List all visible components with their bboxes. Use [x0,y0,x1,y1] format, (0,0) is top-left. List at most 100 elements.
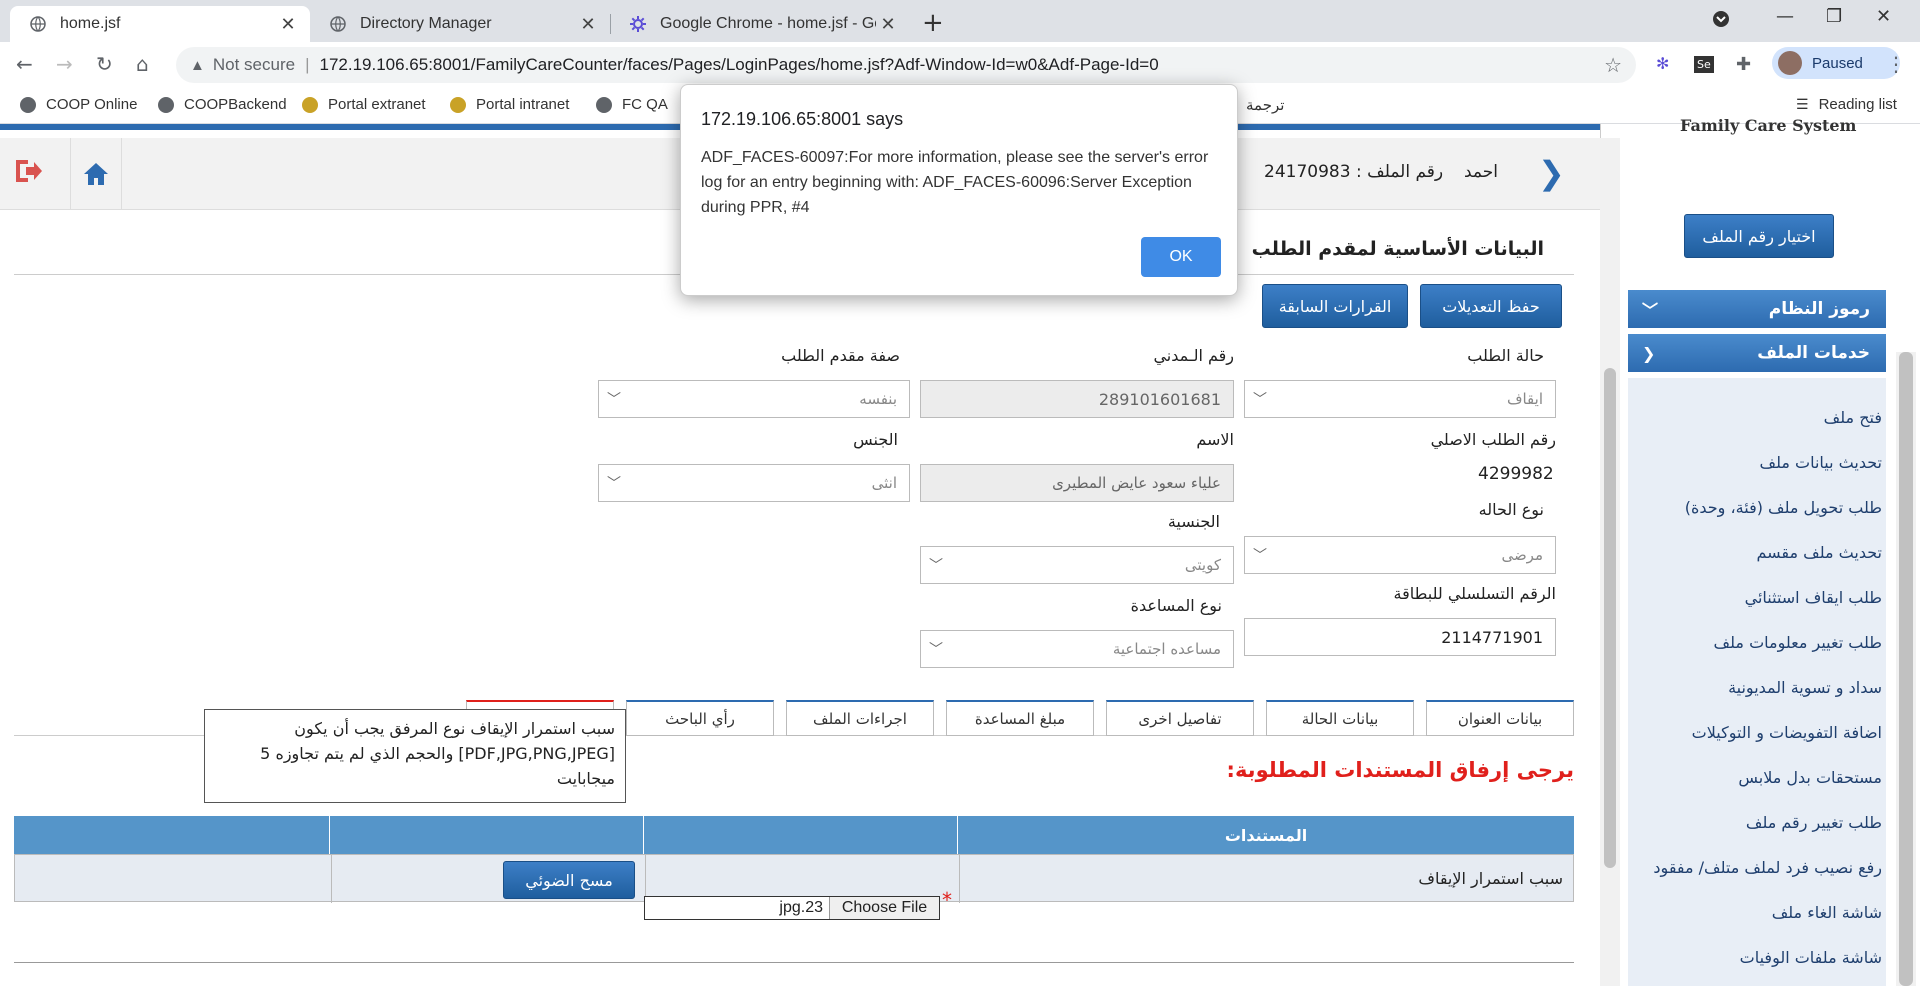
tab-researcher-opinion[interactable]: رأي الباحث [626,700,774,736]
sidebar-item[interactable]: شاشة الغاء ملف [1772,903,1882,922]
divider: | [305,55,310,74]
window-close-icon[interactable]: ✕ [1876,6,1891,27]
divider [14,962,1574,963]
bookmark-fc-qa[interactable]: FC QA [596,96,668,113]
close-icon[interactable]: ✕ [276,14,300,35]
sidebar-item[interactable]: طلب ايقاف استثنائي [1745,588,1882,607]
file-number-label: رقم الملف : [1356,162,1444,182]
forward-icon[interactable]: → [56,52,73,76]
bookmark-translate[interactable]: ترجمة [1246,96,1284,114]
sidebar-item[interactable]: تحديث بيانات ملف [1760,453,1883,472]
sidebar-item[interactable]: مستحقات بدل ملابس [1738,768,1882,787]
gear-icon [630,16,646,32]
bookmark-coop-online[interactable]: COOP Online [20,96,137,113]
maximize-icon[interactable]: ❐ [1826,6,1842,27]
browser-toolbar: ← → ↻ ⌂ ▲ Not secure | 172.19.106.65:800… [0,42,1920,88]
ok-button[interactable]: OK [1141,237,1221,277]
tab-other-details[interactable]: تفاصيل اخرى [1106,700,1254,736]
selenium-icon[interactable]: Se [1694,56,1714,73]
close-icon[interactable]: ✕ [576,14,600,35]
card-serial-field[interactable]: 2114771901 [1244,618,1556,656]
sidebar-group-file-services[interactable]: خدمات الملف ❮ [1628,334,1886,372]
tab-file-procedures[interactable]: اجراءات الملف [786,700,934,736]
sidebar-item[interactable]: طلب تحويل ملف (فئة، وحدة) [1685,498,1882,517]
civil-id-label: رقم الـمدني [1153,346,1234,365]
scrollbar[interactable] [1896,352,1916,986]
chevron-down-icon: ﹀ [607,392,621,408]
sidebar-item[interactable]: طلب تغيير رقم ملف [1746,813,1882,832]
puzzle-icon[interactable]: ✚ [1736,54,1751,75]
globe-icon [20,96,36,113]
previous-decisions-button[interactable]: القرارات السابقة [1262,284,1408,328]
document-row-label: سبب استمرار الإيقاف [1418,869,1563,888]
case-type-label: نوع الحاله [1478,500,1544,519]
sidebar-item[interactable]: شاشة ملفات الوفيات [1740,948,1882,967]
reading-list-button[interactable]: ☰ Reading list [1796,96,1897,113]
name-label: الاسم [1196,430,1234,449]
menu-icon[interactable]: ⋮ [1886,52,1906,76]
cell-divider [331,855,332,903]
sidebar-item[interactable]: اضافة التفويضات و التوكيلات [1692,723,1882,742]
column-header-empty [14,816,330,854]
choose-file-button[interactable]: Choose File [829,897,939,919]
new-tab-icon[interactable]: + [922,8,944,38]
user-name: احمد [1464,162,1498,182]
page-title: البيانات الأساسية لمقدم الطلب [1251,238,1544,260]
tab-case-data[interactable]: بيانات الحالة [1266,700,1414,736]
scan-button[interactable]: مسح الضوئي [503,861,635,899]
sidebar-group-system-codes[interactable]: رموز النظام ﹀ [1628,290,1886,328]
bookmark-portal-extranet[interactable]: Portal extranet [302,96,426,113]
url-text[interactable]: 172.19.106.65:8001/FamilyCareCounter/fac… [319,55,1158,75]
tab-address[interactable]: بيانات العنوان [1426,700,1574,736]
documents-title: يرجى إرفاق المستندات المطلوبة: [1226,758,1574,782]
system-title: Family Care System [1680,116,1857,135]
sidebar-item[interactable]: سداد و تسوية المديونية [1728,678,1882,697]
alert-dialog: 172.19.106.65:8001 says ADF_FACES-60097:… [680,84,1238,296]
tab-title: home.jsf [60,15,121,32]
browser-tab-chrome[interactable]: Google Chrome - home.jsf - Goo ✕ [610,6,910,42]
bookmark-coop-backend[interactable]: COOPBackend [158,96,287,113]
emblem-icon [450,96,466,113]
choose-file-number-button[interactable]: اختيار رقم الملف [1684,214,1834,258]
browser-tab-directory[interactable]: Directory Manager ✕ [310,6,610,42]
reload-icon[interactable]: ↻ [96,52,113,76]
home-icon [84,163,108,185]
sidebar-item[interactable]: طلب تغيير معلومات ملف [1714,633,1882,652]
assistance-type-select[interactable]: ﹀ مساعده اجتماعية [920,630,1234,668]
applicant-type-select[interactable]: ﹀ بنفسه [598,380,910,418]
request-status-label: حالة الطلب [1467,346,1544,365]
minimize-icon[interactable]: — [1776,6,1794,27]
column-header-file [644,816,958,854]
emblem-icon [302,96,318,113]
chevron-right-icon[interactable]: ❯ [1538,154,1565,192]
bookmark-portal-intranet[interactable]: Portal intranet [450,96,569,113]
warning-icon: ▲ [190,56,205,74]
bookmark-star-icon[interactable]: ☆ [1604,53,1622,78]
browser-tab-home[interactable]: home.jsf ✕ [10,6,310,42]
home-icon[interactable]: ⌂ [136,52,149,76]
file-upload-input[interactable]: jpg.23 Choose File [644,896,940,920]
sidebar-item[interactable]: رفع نصيب فرد لملف متلف/ مفقود [1653,858,1882,877]
request-status-select[interactable]: ﹀ ايقاف [1244,380,1556,418]
profile-button[interactable]: Paused [1772,47,1900,79]
scrollbar-thumb[interactable] [1604,368,1616,868]
logout-icon[interactable] [12,156,48,192]
file-name: jpg.23 [779,899,823,916]
sidebar-item[interactable]: فتح ملف [1824,408,1882,427]
gender-select[interactable]: ﹀ انثى [598,464,910,502]
close-icon[interactable]: ✕ [876,14,900,35]
sidebar-item[interactable]: تحديث ملف مقسم [1756,543,1882,562]
home-button[interactable] [70,138,122,210]
scrollbar[interactable] [1600,138,1620,986]
chevron-down-icon: ﹀ [929,642,943,658]
extension-gear-icon[interactable]: ✻ [1656,54,1669,73]
case-type-select[interactable]: ﹀ مرضى [1244,536,1556,574]
gender-label: الجنس [853,430,898,449]
scrollbar-thumb[interactable] [1899,352,1913,986]
tab-assistance-amount[interactable]: مبلغ المساعدة [946,700,1094,736]
nationality-select[interactable]: ﹀ كويتى [920,546,1234,584]
back-icon[interactable]: ← [16,52,33,76]
save-changes-button[interactable]: حفظ التعديلات [1420,284,1562,328]
tab-search-icon[interactable] [1712,10,1730,33]
address-bar[interactable]: ▲ Not secure | 172.19.106.65:8001/Family… [176,47,1636,83]
